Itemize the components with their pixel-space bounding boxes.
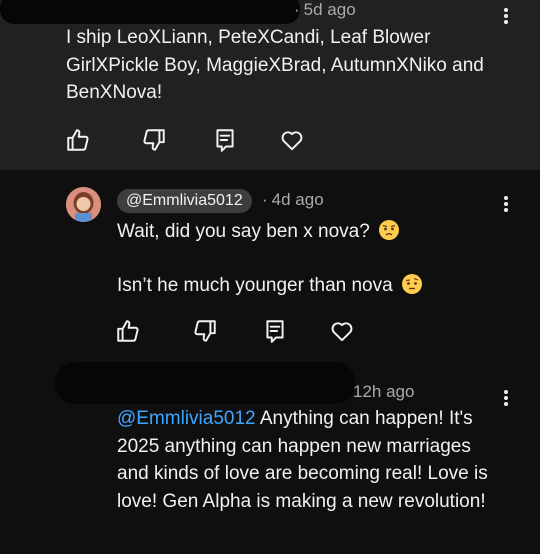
reply-button[interactable]	[260, 316, 290, 346]
like-button[interactable]	[63, 125, 93, 155]
like-icon	[67, 129, 89, 151]
comment-timestamp: · 5d ago	[294, 0, 356, 19]
raised-eyebrow-emoji-icon	[401, 274, 422, 294]
dislike-icon	[143, 129, 165, 151]
reply-icon	[266, 320, 284, 343]
mention-link[interactable]: @Emmlivia5012	[117, 408, 256, 429]
redacted-avatar-scribble	[55, 362, 355, 404]
heart-button[interactable]	[277, 125, 307, 155]
comment-text: I ship LeoXLiann, PeteXCandi, Leaf Blowe…	[66, 27, 484, 103]
dislike-button[interactable]	[139, 125, 169, 155]
comment-text-line-1: Wait, did you say ben x nova?	[117, 218, 400, 246]
heart-icon	[281, 131, 303, 151]
like-button[interactable]	[113, 316, 143, 346]
redacted-username-scribble	[0, 0, 300, 24]
comment-timestamp: 12h ago	[353, 382, 415, 401]
more-options-button[interactable]	[496, 4, 516, 28]
worried-face-emoji-icon	[379, 220, 400, 240]
like-icon	[117, 320, 139, 342]
comment-card-1: · 5d ago I ship LeoXLiann, PeteXCandi, Le…	[0, 0, 540, 170]
commenter-handle[interactable]: @Emmlivia5012	[117, 189, 252, 213]
comment-text-line-2: Isn’t he much younger than nova	[117, 272, 423, 300]
heart-icon	[331, 322, 353, 342]
reply-text: @Emmlivia5012 Anything can happen! It's …	[117, 408, 488, 512]
heart-button[interactable]	[327, 316, 357, 346]
reply-icon	[216, 129, 234, 152]
more-options-button[interactable]	[496, 192, 516, 216]
dislike-icon	[194, 320, 216, 342]
reply-button[interactable]	[210, 125, 240, 155]
dislike-button[interactable]	[190, 316, 220, 346]
comment-timestamp: · 4d ago	[262, 190, 324, 209]
avatar[interactable]	[66, 187, 101, 222]
